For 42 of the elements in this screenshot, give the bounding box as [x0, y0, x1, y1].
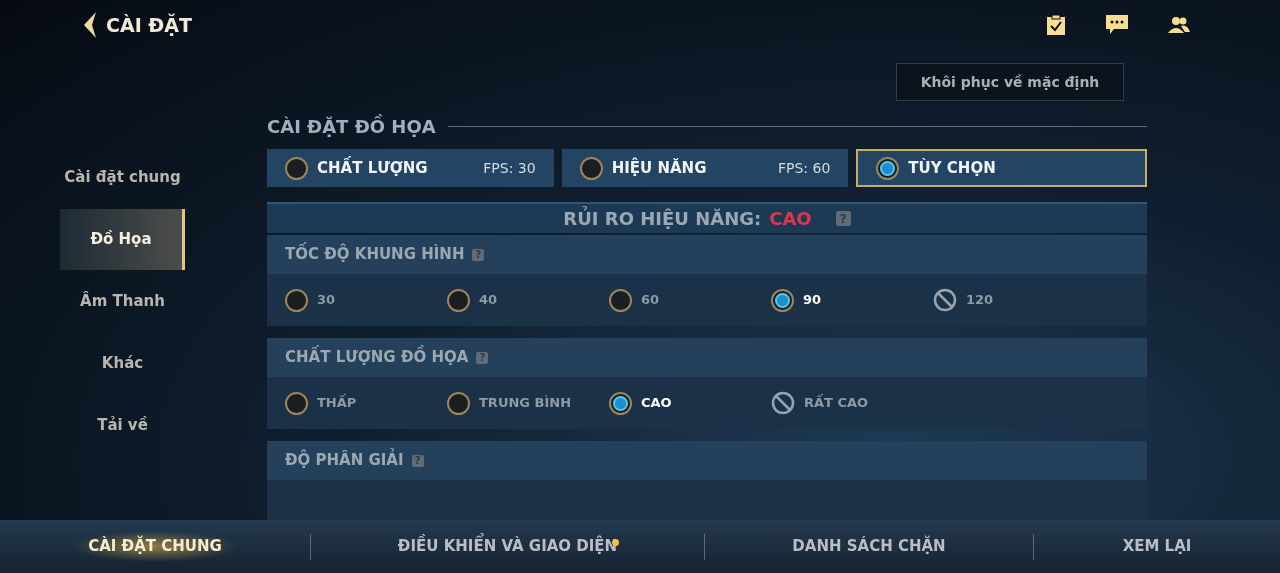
preset-tab[interactable]: TÙY CHỌN: [856, 149, 1147, 187]
radio[interactable]: [447, 391, 470, 415]
radio-selected[interactable]: [876, 156, 900, 180]
sidebar-item[interactable]: Khác: [60, 333, 185, 394]
risk-value: CAO: [769, 207, 812, 231]
radio-selected[interactable]: [609, 391, 632, 415]
option-label: 40: [479, 291, 498, 310]
setting-title: TỐC ĐỘ KHUNG HÌNH: [285, 243, 465, 266]
setting-title: ĐỘ PHÂN GIẢI: [285, 449, 404, 472]
clipboard-check-icon[interactable]: [1046, 14, 1066, 36]
radio[interactable]: [285, 156, 308, 180]
chat-icon[interactable]: [1106, 15, 1128, 35]
back-icon[interactable]: [82, 12, 98, 38]
option-label: 60: [641, 291, 660, 310]
bottom-tab[interactable]: DANH SÁCH CHẶN: [776, 531, 962, 562]
sidebar-item[interactable]: Đồ Họa: [60, 209, 185, 270]
sidebar-item[interactable]: Cài đặt chung: [60, 147, 185, 208]
option-label: CAO: [641, 394, 672, 413]
option-label: 120: [966, 291, 994, 310]
preset-tab[interactable]: CHẤT LƯỢNG FPS: 30: [267, 149, 554, 187]
section-title: CÀI ĐẶT ĐỒ HỌA: [267, 113, 436, 139]
sidebar-item[interactable]: Tải về: [60, 395, 185, 456]
bottom-tab[interactable]: CÀI ĐẶT CHUNG: [72, 531, 238, 562]
reset-button[interactable]: Khôi phục về mặc định: [896, 63, 1124, 101]
option-label: RẤT CAO: [804, 393, 869, 413]
option-label: 30: [317, 291, 336, 310]
bottom-tab[interactable]: XEM LẠI: [1106, 531, 1208, 562]
option-label: 90: [803, 291, 822, 310]
radio-selected[interactable]: [771, 288, 794, 312]
option-label: TRUNG BÌNH: [479, 394, 571, 413]
page-title: CÀI ĐẶT: [106, 12, 192, 38]
radio[interactable]: [447, 288, 470, 312]
radio[interactable]: [285, 288, 308, 312]
option-label: THẤP: [317, 393, 357, 413]
radio[interactable]: [609, 288, 632, 312]
preset-tab[interactable]: HIỆU NĂNG FPS: 60: [561, 149, 849, 187]
risk-label: RỦI RO HIỆU NĂNG:: [563, 205, 762, 231]
sidebar-item[interactable]: Âm Thanh: [60, 271, 185, 332]
friends-icon[interactable]: [1168, 17, 1190, 33]
radio[interactable]: [579, 156, 603, 180]
setting-title: CHẤT LƯỢNG ĐỒ HỌA: [285, 346, 469, 369]
radio[interactable]: [285, 391, 308, 415]
